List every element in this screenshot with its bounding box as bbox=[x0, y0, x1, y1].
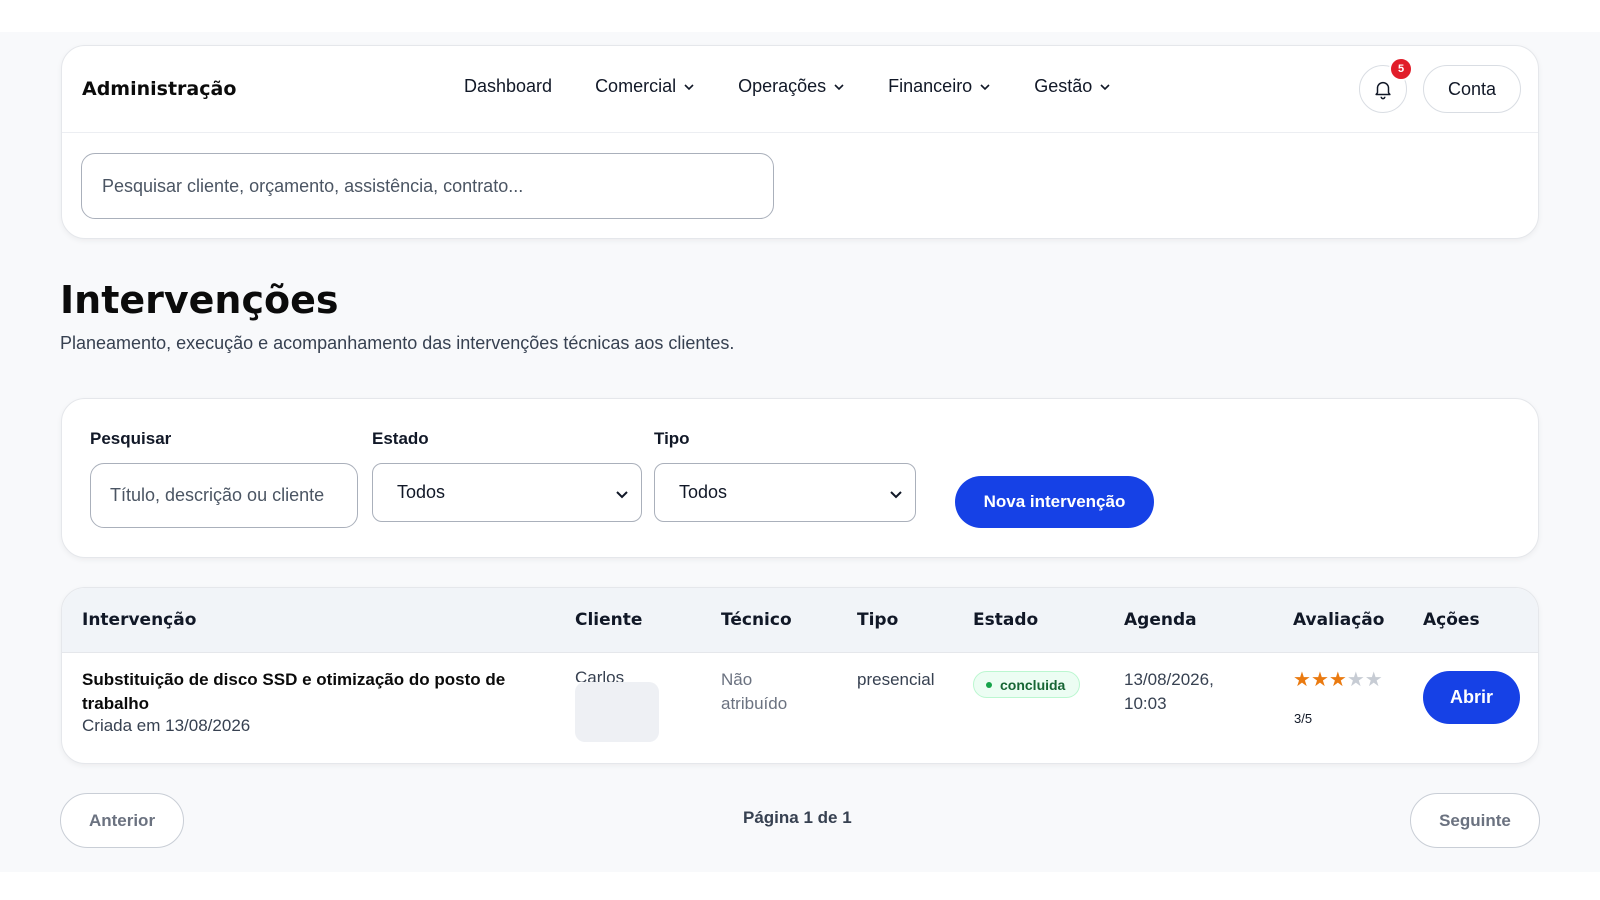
nav-gestao[interactable]: Gestão bbox=[1034, 76, 1111, 97]
star-icon: ★ bbox=[1328, 669, 1347, 691]
search-filter-input[interactable] bbox=[90, 463, 358, 528]
status-filter-select[interactable]: Todos bbox=[372, 463, 642, 522]
chevron-down-icon bbox=[834, 83, 844, 90]
status-badge-label: concluida bbox=[1000, 676, 1066, 693]
status-dot-icon bbox=[986, 681, 992, 688]
nav-dashboard[interactable]: Dashboard bbox=[464, 76, 552, 97]
star-icon: ★ bbox=[1346, 669, 1365, 691]
top-header: Administração Dashboard Comercial Operaç… bbox=[61, 45, 1539, 239]
header-divider bbox=[62, 132, 1538, 133]
type-filter-select[interactable]: Todos bbox=[654, 463, 916, 522]
notification-count-badge: 5 bbox=[1389, 57, 1413, 81]
column-header-avaliacao: Avaliação bbox=[1293, 610, 1385, 630]
type-filter-value: Todos bbox=[679, 482, 728, 502]
chevron-down-icon bbox=[616, 491, 628, 499]
column-header-tipo: Tipo bbox=[857, 610, 899, 630]
chevron-down-icon bbox=[980, 83, 990, 90]
client-placeholder bbox=[575, 682, 659, 742]
intervention-title: Substituição de disco SSD e otimização d… bbox=[82, 670, 506, 713]
status-filter-value: Todos bbox=[397, 482, 446, 502]
rating-stars: ★ ★ ★ ★ ★ bbox=[1293, 670, 1383, 690]
account-button[interactable]: Conta bbox=[1423, 65, 1521, 113]
previous-page-button[interactable]: Anterior bbox=[60, 793, 184, 848]
open-intervention-button[interactable]: Abrir bbox=[1423, 671, 1520, 724]
page-subtitle: Planeamento, execução e acompanhamento d… bbox=[60, 333, 735, 353]
chevron-down-icon bbox=[890, 491, 902, 499]
rating-text: 3/5 bbox=[1294, 711, 1313, 726]
nav-operacoes-label: Operações bbox=[738, 76, 827, 96]
nav-comercial[interactable]: Comercial bbox=[595, 76, 695, 97]
intervention-created-date: Criada em 13/08/2026 bbox=[82, 716, 251, 735]
filters-panel: Pesquisar Estado Todos Tipo Todos Nova i… bbox=[61, 398, 1539, 558]
column-header-cliente: Cliente bbox=[575, 610, 643, 630]
agenda-datetime: 13/08/2026, 10:03 bbox=[1124, 670, 1214, 713]
page-title: Intervenções bbox=[60, 278, 339, 322]
star-icon: ★ bbox=[1293, 669, 1311, 691]
column-header-intervencao: Intervenção bbox=[82, 610, 197, 630]
type-filter-label: Tipo bbox=[654, 429, 690, 448]
search-filter-label: Pesquisar bbox=[90, 429, 172, 448]
column-header-tecnico: Técnico bbox=[721, 610, 792, 630]
chevron-down-icon bbox=[684, 83, 694, 90]
star-icon: ★ bbox=[1310, 669, 1329, 691]
nav-gestao-label: Gestão bbox=[1034, 76, 1093, 96]
main-nav: Dashboard Comercial Operações Financeiro… bbox=[464, 76, 1154, 97]
column-header-estado: Estado bbox=[973, 610, 1039, 630]
nav-operacoes[interactable]: Operações bbox=[738, 76, 845, 97]
brand-title: Administração bbox=[82, 78, 237, 100]
next-page-button[interactable]: Seguinte bbox=[1410, 793, 1540, 848]
nav-comercial-label: Comercial bbox=[595, 76, 677, 96]
column-header-agenda: Agenda bbox=[1124, 610, 1197, 630]
page-indicator: Página 1 de 1 bbox=[743, 808, 852, 827]
table-header: Intervenção Cliente Técnico Tipo Estado … bbox=[62, 588, 1538, 653]
status-badge: concluida bbox=[973, 671, 1081, 698]
star-icon: ★ bbox=[1364, 669, 1383, 691]
nav-financeiro-label: Financeiro bbox=[888, 76, 973, 96]
notifications-button[interactable]: 5 bbox=[1359, 57, 1413, 113]
column-header-acoes: Ações bbox=[1423, 610, 1480, 630]
technician-name: Não atribuído bbox=[721, 670, 788, 713]
chevron-down-icon bbox=[1100, 83, 1110, 90]
new-intervention-button[interactable]: Nova intervenção bbox=[955, 476, 1154, 528]
nav-financeiro[interactable]: Financeiro bbox=[888, 76, 991, 97]
bell-icon bbox=[1375, 81, 1391, 100]
client-name: Carlos bbox=[575, 668, 625, 682]
interventions-table: Intervenção Cliente Técnico Tipo Estado … bbox=[61, 587, 1539, 764]
nav-dashboard-label: Dashboard bbox=[464, 76, 553, 96]
global-search-input[interactable] bbox=[81, 153, 774, 219]
status-filter-label: Estado bbox=[372, 429, 429, 448]
intervention-type: presencial bbox=[857, 670, 935, 689]
